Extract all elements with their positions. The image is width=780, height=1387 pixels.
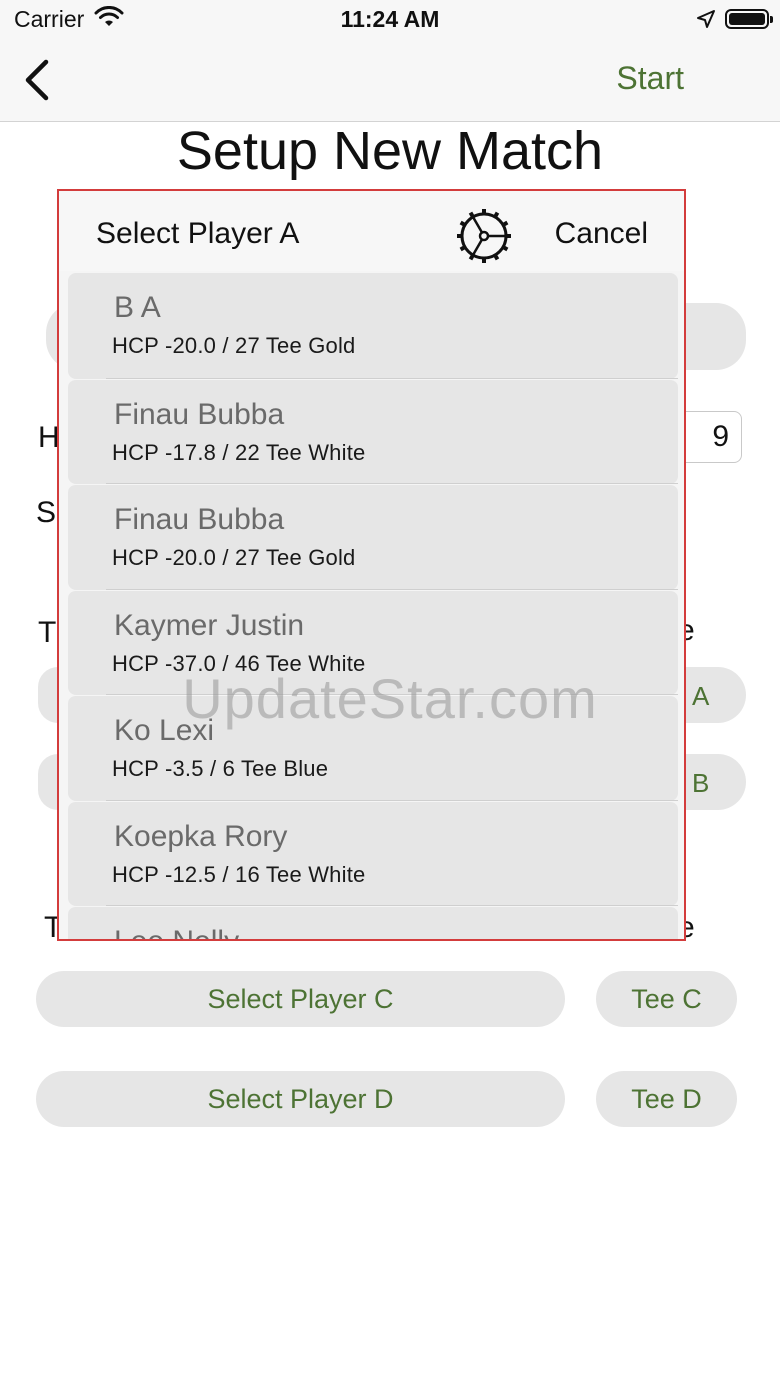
player-name: Lee Nelly: [114, 925, 239, 939]
tee-b-label: B: [692, 768, 710, 798]
location-arrow-icon: [697, 10, 715, 28]
player-name: Finau Bubba: [114, 503, 285, 536]
player-handicap-tee: HCP -20.0 / 27 Tee Gold: [112, 545, 356, 570]
status-bar: Carrier 11:24 AM: [0, 0, 780, 40]
section-label: S: [36, 496, 57, 529]
popover-title: Select Player A: [96, 217, 300, 250]
battery-icon: [725, 9, 773, 29]
back-chevron-icon[interactable]: [20, 58, 56, 102]
team-one-label: T: [38, 616, 57, 649]
select-player-d-button[interactable]: Select Player D: [36, 1071, 565, 1127]
player-row[interactable]: Finau Bubba HCP -17.8 / 22 Tee White: [68, 378, 678, 484]
clock: 11:24 AM: [340, 6, 440, 32]
select-player-popover: Select Player A Cancel B A HCP -20.0 / 2…: [57, 189, 686, 941]
cancel-button[interactable]: Cancel: [555, 217, 648, 251]
player-handicap-tee: HCP -12.5 / 16 Tee White: [112, 861, 366, 887]
player-row[interactable]: Finau Bubba HCP -20.0 / 27 Tee Gold: [68, 484, 678, 590]
player-name: B A: [114, 291, 161, 324]
tee-c-button[interactable]: Tee C: [596, 971, 737, 1027]
player-handicap-tee: HCP -20.0 / 27 Tee Gold: [112, 333, 356, 358]
player-handicap-tee: HCP -3.5 / 6 Tee Blue: [112, 756, 329, 781]
player-handicap-tee: HCP -17.8 / 22 Tee White: [112, 439, 366, 465]
navigation-bar: Start: [0, 40, 780, 122]
start-button[interactable]: Start: [616, 60, 684, 97]
player-row[interactable]: Lee Nelly: [68, 906, 678, 939]
player-name: Kaymer Justin: [114, 608, 305, 642]
settings-wheel-icon[interactable]: [457, 209, 511, 263]
player-name: Koepka Rory: [114, 819, 288, 853]
watermark: UpdateStar.com: [182, 667, 598, 730]
player-list[interactable]: B A HCP -20.0 / 27 Tee Gold Finau Bubba …: [68, 273, 678, 939]
player-name: Finau Bubba: [114, 397, 285, 431]
player-row[interactable]: B A HCP -20.0 / 27 Tee Gold: [68, 273, 678, 379]
popover-header: Select Player A Cancel: [59, 191, 684, 271]
player-row[interactable]: Koepka Rory HCP -12.5 / 16 Tee White: [68, 800, 678, 906]
select-player-c-button[interactable]: Select Player C: [36, 971, 565, 1027]
tee-d-button[interactable]: Tee D: [596, 1071, 737, 1127]
page-title: Setup New Match: [176, 121, 604, 181]
